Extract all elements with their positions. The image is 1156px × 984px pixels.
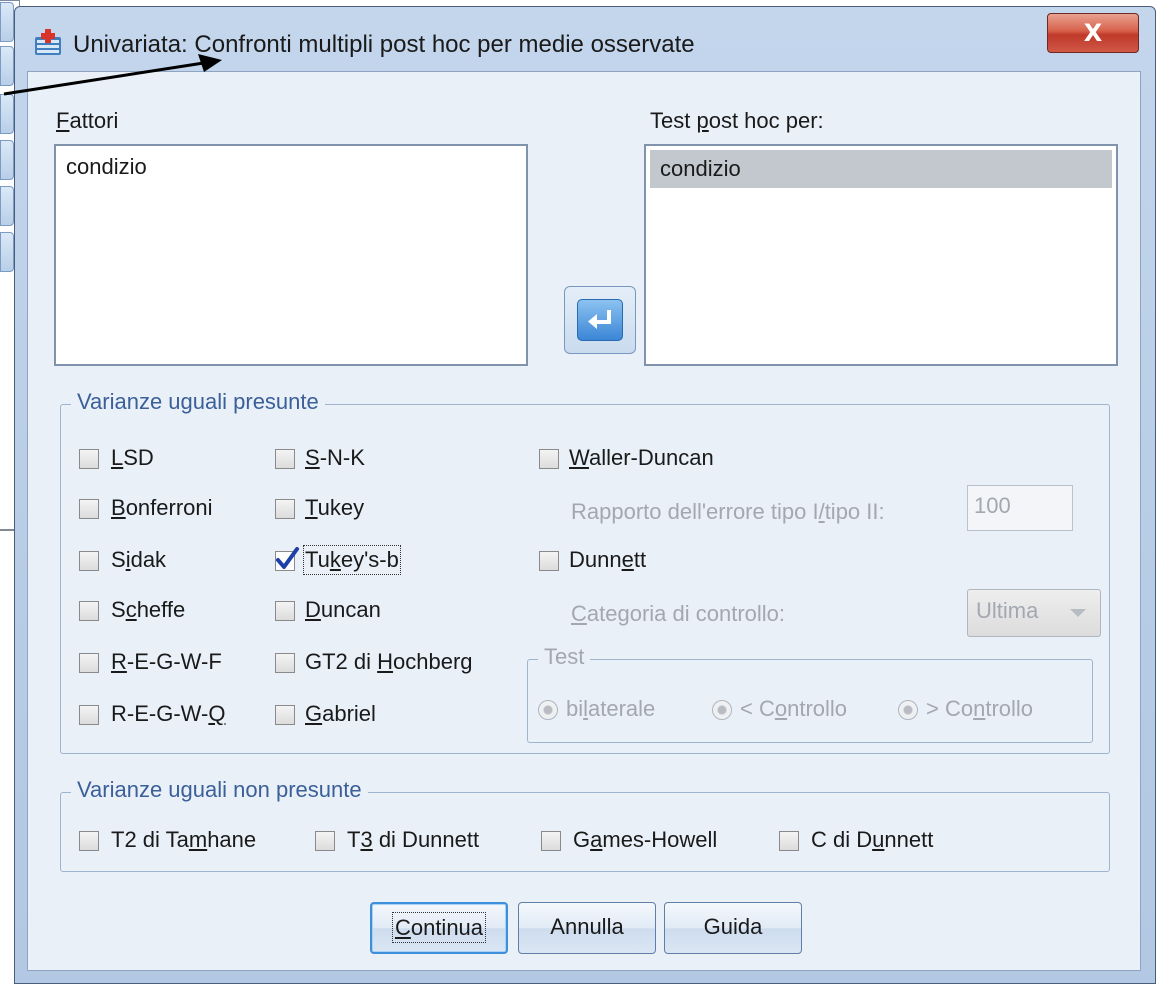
- waller-duncan-checkbox[interactable]: [539, 449, 559, 469]
- arrow-left-icon: [588, 310, 611, 329]
- snk-label[interactable]: S-N-K: [305, 445, 365, 471]
- dunnett-label[interactable]: Dunnett: [569, 547, 646, 573]
- test-direction-group: Test bilaterale < Controllo > Controllo: [527, 644, 1093, 743]
- waller-duncan-label[interactable]: Waller-Duncan: [569, 445, 714, 471]
- cancel-button[interactable]: Annulla: [518, 902, 656, 954]
- background-toolbar-tab: [0, 232, 14, 272]
- dunnett-c-label[interactable]: C di Dunnett: [811, 827, 933, 853]
- control-category-value: Ultima: [976, 598, 1039, 623]
- dunnett-checkbox[interactable]: [539, 551, 559, 571]
- control-category-select[interactable]: Ultima: [967, 589, 1101, 637]
- lsd-checkbox[interactable]: [79, 449, 99, 469]
- tukey-checkbox[interactable]: [275, 499, 295, 519]
- unequal-variances-title: Varianze uguali non presunte: [71, 777, 368, 803]
- tukeys-b-checkbox[interactable]: [275, 547, 299, 571]
- regwf-label[interactable]: R-E-G-W-F: [111, 649, 222, 675]
- hochberg-checkbox[interactable]: [275, 653, 295, 673]
- less-than-control-label[interactable]: < Controllo: [740, 696, 847, 722]
- background-toolbar-tab: [0, 2, 14, 42]
- factors-label: Fattori: [56, 108, 119, 133]
- continue-button-label: Continua: [391, 912, 487, 943]
- error-ratio-label: Rapporto dell'errore tipo I/tipo II:: [571, 499, 885, 524]
- background-toolbar-tab: [0, 94, 14, 134]
- sidak-label[interactable]: Sidak: [111, 547, 166, 573]
- snk-checkbox[interactable]: [275, 449, 295, 469]
- background-toolbar-tab: [0, 186, 14, 226]
- less-than-control-radio[interactable]: [712, 700, 732, 720]
- close-button[interactable]: X: [1047, 13, 1139, 53]
- greater-than-control-radio[interactable]: [898, 700, 918, 720]
- tamhane-t2-checkbox[interactable]: [79, 831, 99, 851]
- factors-list-item[interactable]: condizio: [56, 148, 526, 186]
- bonferroni-label[interactable]: Bonferroni: [111, 495, 213, 521]
- error-ratio-input[interactable]: 100: [967, 485, 1073, 531]
- two-sided-label[interactable]: bilaterale: [566, 696, 655, 722]
- control-category-label: Categoria di controllo:: [571, 601, 786, 626]
- posthoc-target-listbox[interactable]: condizio: [644, 144, 1118, 366]
- dunnett-t3-checkbox[interactable]: [315, 831, 335, 851]
- tukeys-b-label[interactable]: Tukey's-b: [303, 545, 401, 575]
- dunnett-c-checkbox[interactable]: [779, 831, 799, 851]
- dialog-body: Fattori condizio Test post hoc per: cond…: [27, 71, 1141, 971]
- background-toolbar-tab: [0, 140, 14, 180]
- games-howell-label[interactable]: Games-Howell: [573, 827, 717, 853]
- tukey-label[interactable]: Tukey: [305, 495, 364, 521]
- factors-listbox[interactable]: condizio: [54, 144, 528, 366]
- bonferroni-checkbox[interactable]: [79, 499, 99, 519]
- regwq-checkbox[interactable]: [79, 705, 99, 725]
- gabriel-label[interactable]: Gabriel: [305, 701, 376, 727]
- test-direction-title: Test: [538, 644, 591, 670]
- close-icon: X: [1083, 19, 1103, 47]
- posthoc-dialog: Univariata: Confronti multipli post hoc …: [14, 6, 1156, 984]
- equal-variances-group: Varianze uguali presunte LSD S-N-K Walle…: [60, 389, 1110, 754]
- scheffe-label[interactable]: Scheffe: [111, 597, 185, 623]
- gabriel-checkbox[interactable]: [275, 705, 295, 725]
- unequal-variances-group: Varianze uguali non presunte T2 di Tamha…: [60, 777, 1110, 872]
- posthoc-list-item[interactable]: condizio: [650, 150, 1112, 188]
- equal-variances-title: Varianze uguali presunte: [71, 389, 325, 415]
- games-howell-checkbox[interactable]: [541, 831, 561, 851]
- regwq-label[interactable]: R-E-G-W-Q: [111, 701, 225, 727]
- help-button[interactable]: Guida: [664, 902, 802, 954]
- sidak-checkbox[interactable]: [79, 551, 99, 571]
- posthoc-target-label: Test post hoc per:: [650, 108, 824, 133]
- lsd-label[interactable]: LSD: [111, 445, 154, 471]
- window-title: Univariata: Confronti multipli post hoc …: [73, 31, 695, 58]
- dropdown-arrow-icon: [1070, 609, 1086, 617]
- continue-button[interactable]: Continua: [370, 902, 508, 954]
- greater-than-control-label[interactable]: > Controllo: [926, 696, 1033, 722]
- checkmark-icon: [276, 547, 299, 569]
- tamhane-t2-label[interactable]: T2 di Tamhane: [111, 827, 256, 853]
- hochberg-label[interactable]: GT2 di Hochberg: [305, 649, 473, 675]
- two-sided-radio[interactable]: [538, 700, 558, 720]
- regwf-checkbox[interactable]: [79, 653, 99, 673]
- duncan-checkbox[interactable]: [275, 601, 295, 621]
- move-variable-button[interactable]: [564, 286, 636, 354]
- background-toolbar-tab: [0, 46, 14, 86]
- duncan-label[interactable]: Duncan: [305, 597, 381, 623]
- title-bar[interactable]: Univariata: Confronti multipli post hoc …: [15, 7, 1155, 71]
- spss-app-icon: [35, 29, 61, 55]
- scheffe-checkbox[interactable]: [79, 601, 99, 621]
- dunnett-t3-label[interactable]: T3 di Dunnett: [347, 827, 479, 853]
